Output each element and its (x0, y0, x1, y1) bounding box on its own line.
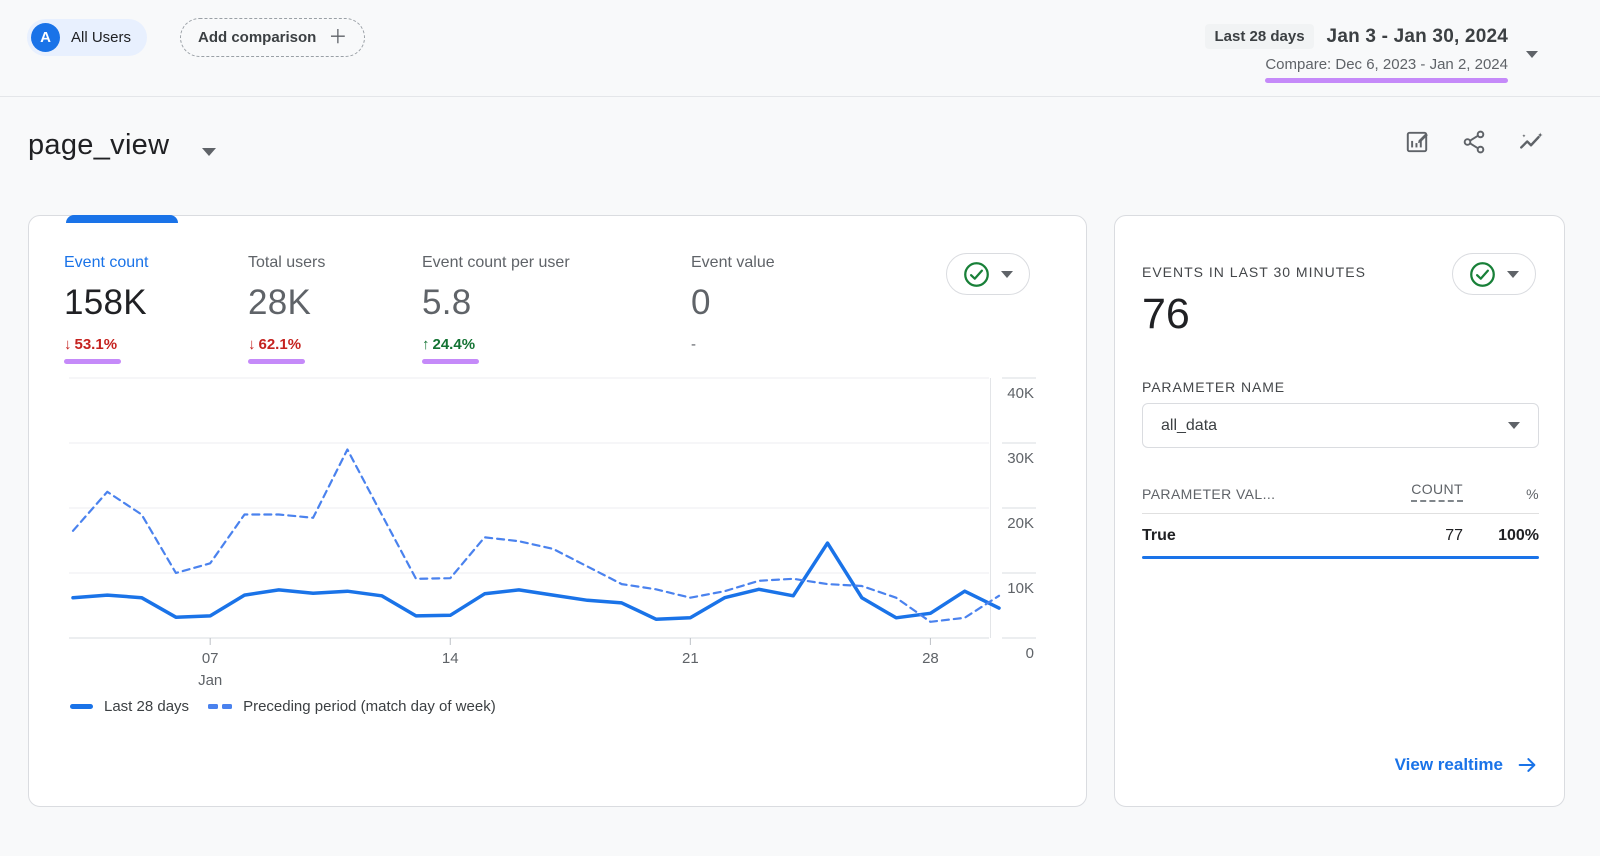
metric-delta: ↑ 24.4% (422, 336, 570, 353)
row-parameter-value: True (1142, 527, 1399, 545)
series-line-last-28-days (73, 543, 999, 619)
y-axis-label: 20K (1007, 515, 1034, 532)
date-range-picker[interactable]: Last 28 days Jan 3 - Jan 30, 2024 Compar… (1205, 24, 1508, 83)
delta-purple-highlight (64, 359, 121, 364)
plus-icon: ＋ (328, 28, 347, 47)
arrow-down-icon: ↓ (64, 336, 72, 353)
trend-chart: 0 10K 20K 30K 40K 07 Jan 14 21 28 (69, 366, 1036, 696)
y-axis-label: 30K (1007, 450, 1034, 467)
metric-value: 28K (248, 283, 325, 323)
metric-value: 5.8 (422, 283, 570, 323)
row-count: 77 (1399, 527, 1463, 545)
chevron-down-icon (1508, 422, 1520, 429)
event-report-card: Event count 158K ↓ 53.1% Total users 28K… (28, 215, 1087, 807)
header-parameter-value: PARAMETER VAL... (1142, 486, 1399, 502)
metric-delta: ↓ 53.1% (64, 336, 149, 353)
customize-report-button[interactable] (1403, 128, 1431, 156)
table-row: True 77 100% (1142, 514, 1539, 556)
arrow-down-icon: ↓ (248, 336, 256, 353)
metric-tab-event-count[interactable]: Event count 158K ↓ 53.1% (64, 254, 149, 364)
share-report-button[interactable] (1460, 128, 1488, 156)
add-comparison-label: Add comparison (198, 29, 316, 46)
date-preset-chip: Last 28 days (1205, 24, 1313, 49)
top-header-bar: A All Users Add comparison ＋ Last 28 day… (0, 0, 1600, 97)
y-axis-label: 0 (1026, 645, 1034, 662)
insights-button[interactable] (1517, 128, 1545, 156)
compare-purple-highlight (1265, 78, 1508, 83)
parameter-name-select[interactable]: all_data (1142, 403, 1539, 448)
header-percent: % (1463, 486, 1539, 502)
metric-label: Total users (248, 254, 325, 272)
metric-label: Event value (691, 254, 775, 272)
metric-value: 158K (64, 283, 149, 323)
metric-tab-event-count-per-user[interactable]: Event count per user 5.8 ↑ 24.4% (422, 254, 570, 364)
report-toolbar (1403, 128, 1545, 156)
row-percent: 100% (1463, 527, 1539, 545)
chevron-down-icon (1507, 271, 1519, 278)
chart-legend: Last 28 days Preceding period (match day… (70, 698, 496, 715)
chevron-down-icon (1001, 271, 1013, 278)
dashed-line-swatch (208, 704, 232, 709)
insights-icon (1518, 129, 1544, 155)
table-header-row: PARAMETER VAL... COUNT % (1142, 481, 1539, 514)
realtime-events-card: EVENTS IN LAST 30 MINUTES 76 PARAMETER N… (1114, 215, 1565, 807)
percent-bar (1142, 556, 1539, 559)
x-axis-label: 07 (202, 650, 219, 667)
realtime-card-title: EVENTS IN LAST 30 MINUTES (1142, 264, 1366, 280)
segment-avatar: A (31, 23, 60, 52)
y-axis-label: 40K (1007, 385, 1034, 402)
arrow-up-icon: ↑ (422, 336, 430, 353)
metric-tab-event-value[interactable]: Event value 0 - (691, 254, 775, 353)
realtime-data-quality-button[interactable] (1452, 253, 1536, 295)
metric-delta: - (691, 336, 775, 353)
add-comparison-button[interactable]: Add comparison ＋ (180, 18, 365, 57)
legend-item-preceding-period: Preceding period (match day of week) (208, 698, 496, 715)
compare-range-text: Compare: Dec 6, 2023 - Jan 2, 2024 (1265, 56, 1508, 73)
header-count-sort[interactable]: COUNT (1411, 481, 1463, 502)
edit-chart-icon (1404, 129, 1430, 155)
check-circle-icon (963, 261, 990, 288)
audience-segment-chip[interactable]: A All Users (27, 19, 147, 56)
metric-label: Event count (64, 254, 149, 272)
delta-purple-highlight (248, 359, 305, 364)
date-picker-chevron-down-icon[interactable] (1526, 51, 1538, 58)
x-axis-label: 28 (922, 650, 939, 667)
share-icon (1461, 129, 1487, 155)
metric-delta: ↓ 62.1% (248, 336, 325, 353)
check-circle-icon (1469, 261, 1496, 288)
view-realtime-link[interactable]: View realtime (1395, 754, 1538, 776)
realtime-event-count: 76 (1142, 290, 1190, 339)
date-range-text: Jan 3 - Jan 30, 2024 (1327, 26, 1508, 48)
delta-purple-highlight (422, 359, 479, 364)
parameter-name-label: PARAMETER NAME (1142, 379, 1285, 395)
audience-segment-label: All Users (71, 29, 131, 46)
x-axis-sublabel: Jan (198, 672, 222, 689)
data-quality-button[interactable] (946, 253, 1030, 295)
x-axis-label: 21 (682, 650, 699, 667)
y-axis-label: 10K (1007, 580, 1034, 597)
metric-tab-total-users[interactable]: Total users 28K ↓ 62.1% (248, 254, 325, 364)
metric-label: Event count per user (422, 254, 570, 272)
parameter-value-table: PARAMETER VAL... COUNT % True 77 100% (1142, 481, 1539, 559)
page-title: page_view (28, 129, 169, 162)
arrow-right-icon (1516, 754, 1538, 776)
x-axis-label: 14 (442, 650, 459, 667)
parameter-selected-value: all_data (1161, 417, 1217, 435)
active-tab-indicator (66, 215, 178, 223)
solid-line-swatch (70, 704, 93, 709)
legend-item-last-28-days: Last 28 days (70, 698, 189, 715)
event-selector-chevron-down-icon[interactable] (202, 148, 216, 156)
metric-value: 0 (691, 283, 775, 323)
